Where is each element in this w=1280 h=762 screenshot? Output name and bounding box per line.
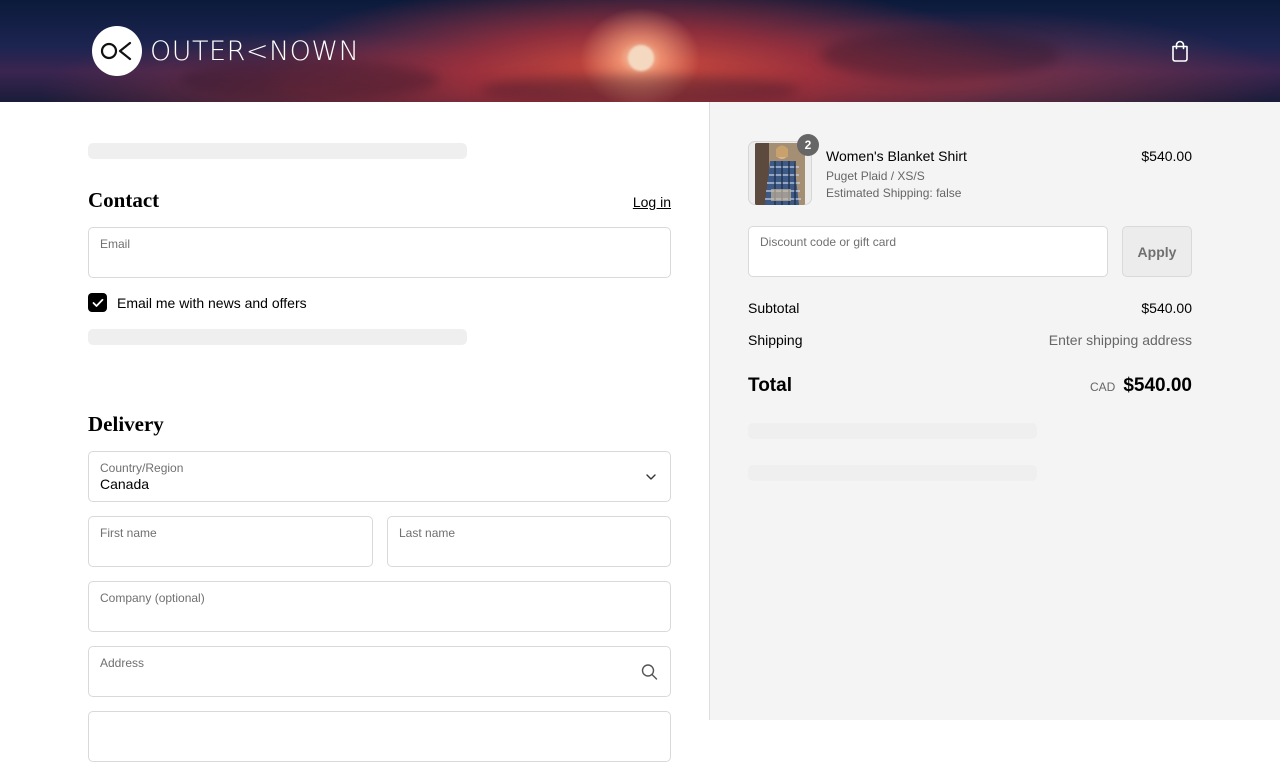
subtotal-value: $540.00 (1141, 300, 1192, 316)
shipping-value: Enter shipping address (1048, 332, 1192, 348)
company-field[interactable]: Company (optional) (88, 581, 671, 632)
discount-code-label: Discount code or gift card (760, 235, 897, 249)
total-label: Total (748, 375, 792, 396)
country-label: Country/Region (100, 461, 184, 475)
discount-code-field[interactable]: Discount code or gift card (748, 226, 1108, 277)
delivery-heading: Delivery (88, 412, 164, 436)
total-amount: CAD $540.00 (1090, 375, 1192, 397)
email-field[interactable]: Email (88, 227, 671, 278)
product-price: $540.00 (1141, 148, 1192, 164)
address-field[interactable]: Address (88, 646, 671, 697)
subtotal-label: Subtotal (748, 300, 800, 316)
shipping-label: Shipping (748, 332, 803, 348)
company-label: Company (optional) (100, 591, 205, 605)
loading-skeleton (88, 143, 467, 159)
brand-logo[interactable]: OUTER<NOWN (92, 26, 359, 76)
logo-mark-icon (92, 26, 142, 76)
quantity-badge: 2 (797, 134, 819, 156)
brand-name: OUTER<NOWN (150, 35, 360, 67)
chevron-down-icon (646, 473, 656, 480)
loading-skeleton (748, 423, 1037, 439)
shopping-bag-icon (1172, 40, 1188, 62)
banner-sun (628, 45, 654, 71)
marketing-opt-in-label: Email me with news and offers (117, 294, 307, 311)
search-icon[interactable] (641, 663, 658, 680)
first-name-field[interactable]: First name (88, 516, 373, 567)
country-value: Canada (100, 476, 150, 492)
last-name-field[interactable]: Last name (387, 516, 671, 567)
loading-skeleton (88, 329, 467, 345)
product-shipping-note: Estimated Shipping: false (826, 186, 962, 200)
loading-skeleton (748, 465, 1037, 481)
contact-heading: Contact (88, 188, 160, 212)
address-label: Address (100, 656, 145, 670)
product-name: Women's Blanket Shirt (826, 148, 967, 164)
first-name-label: First name (100, 526, 157, 540)
banner-cloud (480, 75, 800, 102)
cart-button[interactable] (1166, 36, 1194, 66)
banner-cloud (820, 30, 1060, 80)
country-select[interactable]: Country/Region Canada (88, 451, 671, 502)
product-variant: Puget Plaid / XS/S (826, 169, 925, 183)
apply-discount-button[interactable]: Apply (1122, 226, 1192, 277)
header-banner: OUTER<NOWN (0, 0, 1280, 102)
login-link[interactable]: Log in (633, 194, 671, 210)
marketing-opt-in[interactable]: Email me with news and offers (88, 293, 307, 312)
marketing-checkbox[interactable] (88, 293, 107, 312)
total-value: $540.00 (1123, 375, 1192, 396)
currency-code: CAD (1089, 380, 1116, 394)
checkmark-icon (92, 298, 103, 307)
product-image (755, 143, 805, 205)
apartment-field[interactable] (88, 711, 671, 762)
email-label: Email (100, 237, 131, 251)
last-name-label: Last name (399, 526, 456, 540)
